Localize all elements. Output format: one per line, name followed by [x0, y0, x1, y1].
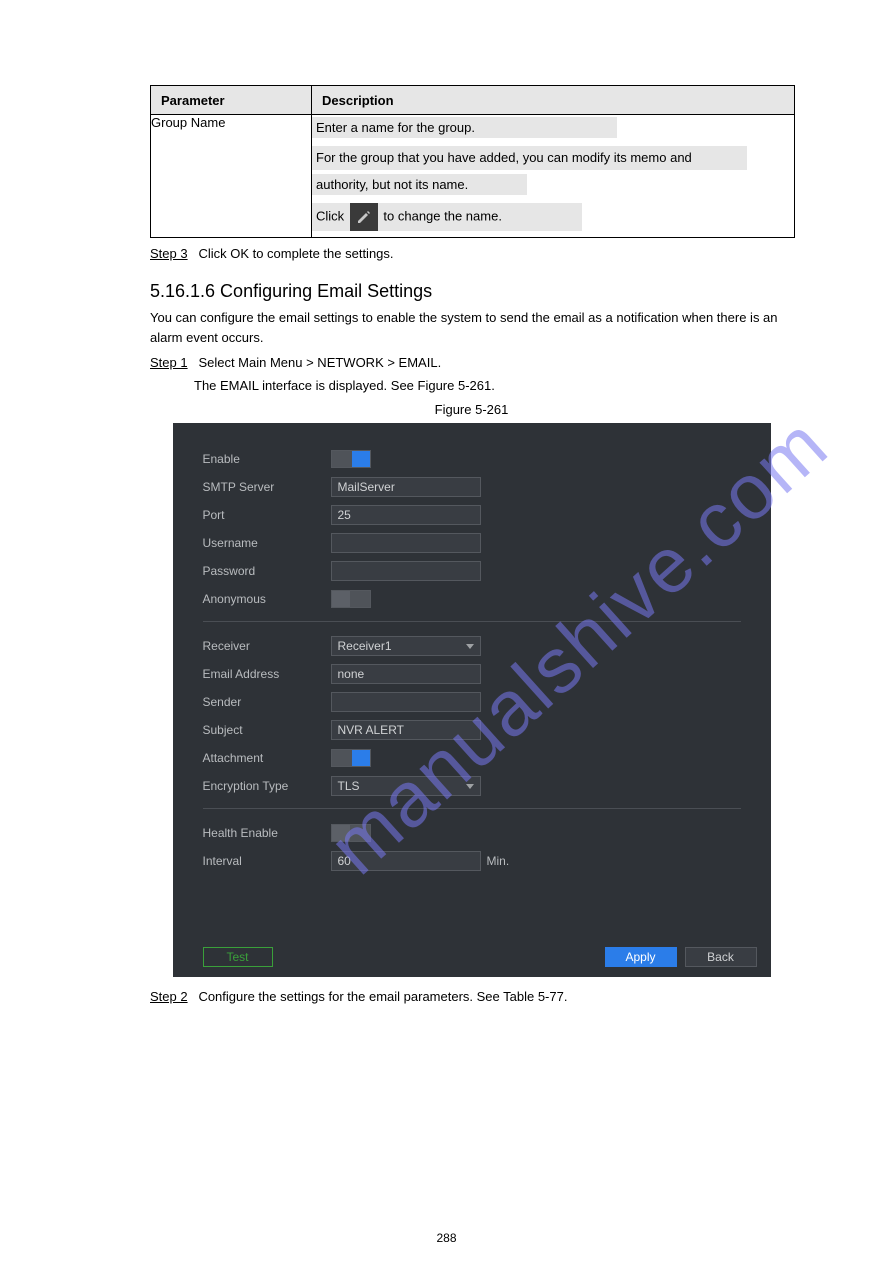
- pencil-icon: [350, 203, 378, 231]
- sender-label: Sender: [203, 695, 331, 709]
- smtp-label: SMTP Server: [203, 480, 331, 494]
- page: Parameter Description Group Name Enter a…: [0, 0, 893, 1068]
- smtp-input[interactable]: [331, 477, 481, 497]
- figure-caption: Figure 5-261: [150, 402, 793, 417]
- attachment-label: Attachment: [203, 751, 331, 765]
- interval-label: Interval: [203, 854, 331, 868]
- step3: Step 3 Click OK to complete the settings…: [150, 246, 793, 261]
- port-input[interactable]: [331, 505, 481, 525]
- apply-button[interactable]: Apply: [605, 947, 677, 967]
- table-col2-header: Description: [312, 86, 795, 115]
- step3-text: Click OK to complete the settings.: [198, 246, 393, 261]
- test-button[interactable]: Test: [203, 947, 273, 967]
- health-toggle[interactable]: [331, 824, 371, 842]
- encryption-label: Encryption Type: [203, 779, 331, 793]
- password-label: Password: [203, 564, 331, 578]
- desc-line1: Enter a name for the group.: [312, 117, 617, 138]
- emailaddr-input[interactable]: [331, 664, 481, 684]
- sender-input[interactable]: [331, 692, 481, 712]
- step2-text: Configure the settings for the email par…: [198, 989, 567, 1004]
- anonymous-toggle[interactable]: [331, 590, 371, 608]
- subject-label: Subject: [203, 723, 331, 737]
- step3-label: Step 3: [150, 246, 188, 261]
- encryption-value: TLS: [338, 779, 360, 793]
- panel-footer: Test Apply Back: [173, 937, 771, 977]
- section-heading: 5.16.1.6 Configuring Email Settings: [150, 281, 793, 302]
- desc-line2a: For the group that you have added, you c…: [312, 146, 747, 170]
- step1-label: Step 1: [150, 355, 188, 370]
- param-table: Parameter Description Group Name Enter a…: [150, 85, 795, 238]
- page-number: 288: [0, 1231, 893, 1245]
- receiver-select[interactable]: Receiver1: [331, 636, 481, 656]
- back-button[interactable]: Back: [685, 947, 757, 967]
- table-header-row: Parameter Description: [151, 86, 795, 115]
- interval-input[interactable]: [331, 851, 481, 871]
- desc-line2b: authority, but not its name.: [312, 174, 527, 195]
- step1-text: Select Main Menu > NETWORK > EMAIL.: [198, 355, 441, 370]
- subject-input[interactable]: [331, 720, 481, 740]
- username-label: Username: [203, 536, 331, 550]
- divider-2: [203, 808, 741, 809]
- username-input[interactable]: [331, 533, 481, 553]
- receiver-label: Receiver: [203, 639, 331, 653]
- attachment-toggle[interactable]: [331, 749, 371, 767]
- divider-1: [203, 621, 741, 622]
- encryption-select[interactable]: TLS: [331, 776, 481, 796]
- section-intro: You can configure the email settings to …: [150, 308, 793, 347]
- enable-toggle[interactable]: [331, 450, 371, 468]
- email-settings-panel: Enable SMTP Server Port Username Passwor…: [173, 423, 771, 977]
- table-param-cell: Group Name: [151, 115, 312, 238]
- receiver-value: Receiver1: [338, 639, 392, 653]
- health-label: Health Enable: [203, 826, 331, 840]
- step2: Step 2 Configure the settings for the em…: [150, 989, 793, 1004]
- step2-label: Step 2: [150, 989, 188, 1004]
- desc-click-text: Click: [316, 209, 348, 224]
- password-input[interactable]: [331, 561, 481, 581]
- table-desc-cell: Enter a name for the group. For the grou…: [312, 115, 795, 238]
- table-col1-header: Parameter: [151, 86, 312, 115]
- port-label: Port: [203, 508, 331, 522]
- table-row: Group Name Enter a name for the group. F…: [151, 115, 795, 238]
- desc-line3: Click to change the name.: [312, 203, 582, 231]
- emailaddr-label: Email Address: [203, 667, 331, 681]
- desc-click-after: to change the name.: [383, 209, 502, 224]
- enable-label: Enable: [203, 452, 331, 466]
- step1: Step 1 Select Main Menu > NETWORK > EMAI…: [150, 355, 793, 370]
- anonymous-label: Anonymous: [203, 592, 331, 606]
- interval-unit: Min.: [487, 854, 510, 868]
- step1-result: The EMAIL interface is displayed. See Fi…: [194, 376, 793, 396]
